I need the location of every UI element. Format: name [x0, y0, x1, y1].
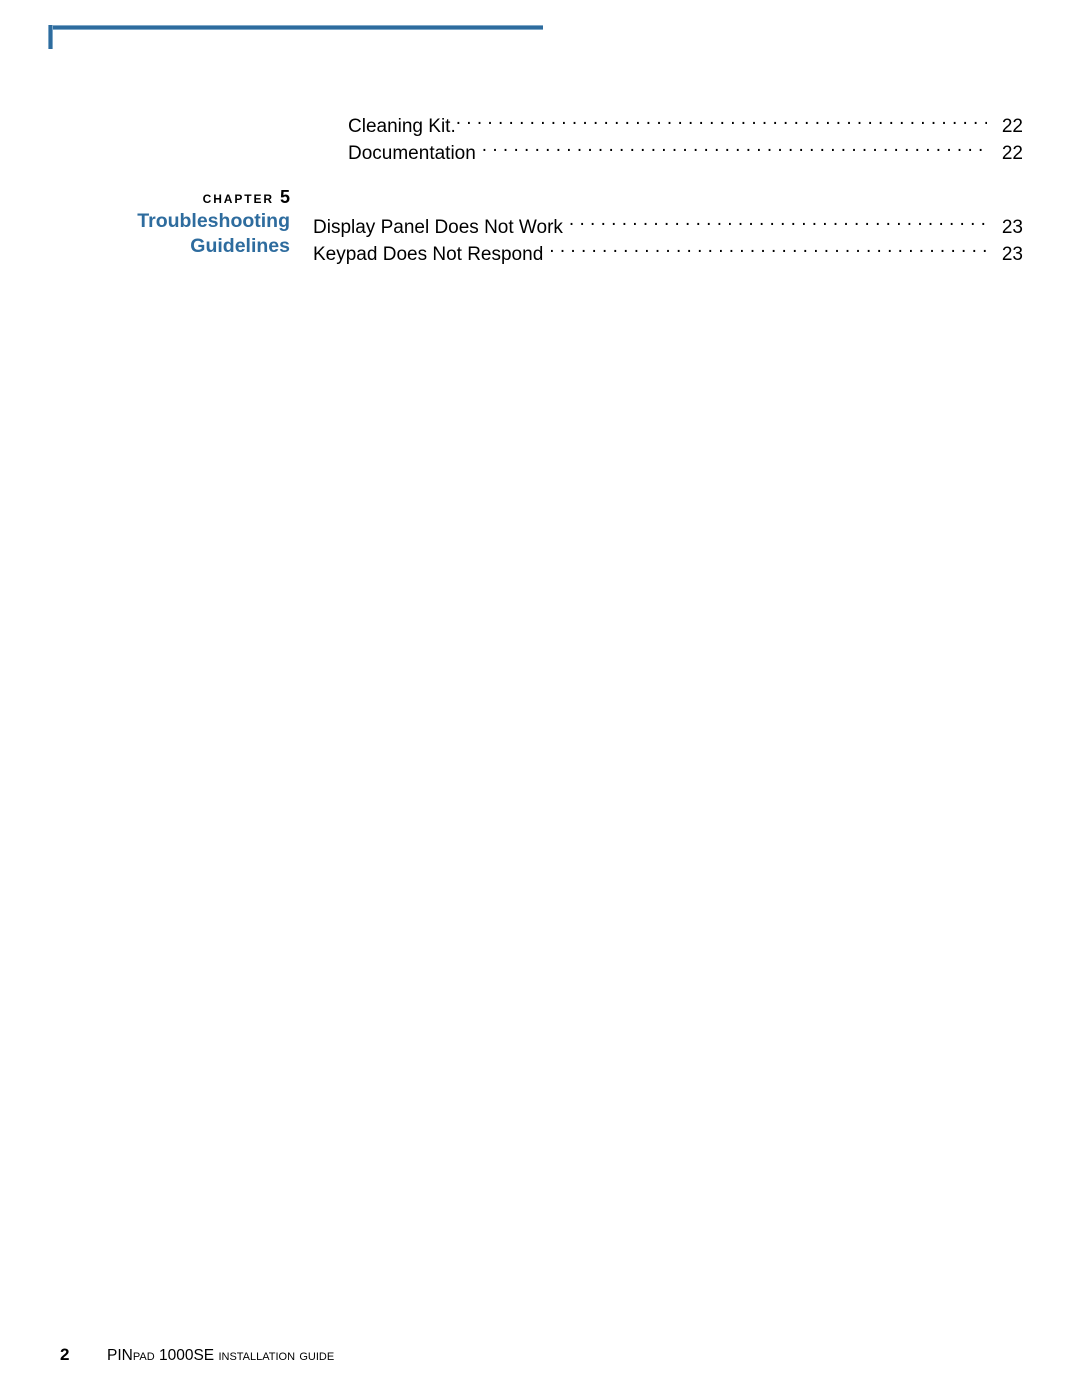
- toc-entry-title: Keypad Does Not Respond: [313, 244, 544, 265]
- toc-dot-leader: [456, 113, 987, 132]
- header-decorative-rule: [48, 25, 543, 49]
- toc-entry[interactable]: Cleaning Kit. 22: [313, 113, 1023, 140]
- toc-entry[interactable]: Keypad Does Not Respond 23: [313, 241, 1023, 268]
- header-rule-horizontal: [48, 25, 543, 30]
- toc-entry-title: Cleaning Kit.: [348, 116, 456, 137]
- footer-title-pad: pad: [132, 1347, 155, 1364]
- toc-group-chapter-5: Display Panel Does Not Work 23 Keypad Do…: [313, 214, 1023, 268]
- toc-dot-leader: [569, 214, 987, 233]
- toc-entry-page-number: 23: [1001, 217, 1023, 238]
- chapter-kicker-label: Chapter: [202, 189, 274, 207]
- toc-dot-leader: [482, 140, 987, 159]
- toc-dot-leader: [549, 241, 987, 260]
- table-of-contents: Cleaning Kit. 22 Documentation 22 Displa…: [313, 113, 1023, 268]
- chapter-title-line-1: Troubleshooting: [137, 210, 290, 232]
- toc-group-previous-chapter: Cleaning Kit. 22 Documentation 22: [313, 113, 1023, 167]
- chapter-title-line-2: Guidelines: [190, 235, 290, 257]
- footer-title-guide: Installation Guide: [218, 1347, 335, 1364]
- toc-entry-page-number: 23: [1001, 244, 1023, 265]
- footer-title-pin: PIN: [107, 1347, 133, 1364]
- toc-entry-title: Display Panel Does Not Work: [313, 217, 563, 238]
- footer-page-number: 2: [60, 1345, 70, 1364]
- toc-entry[interactable]: Documentation 22: [313, 140, 1023, 167]
- footer-document-title: PINpad 1000SE Installation Guide: [107, 1347, 334, 1365]
- chapter-kicker: Chapter 5: [60, 186, 290, 209]
- toc-entry-title: Documentation: [348, 143, 476, 164]
- chapter-number: 5: [279, 187, 290, 207]
- page-footer: 2 PINpad 1000SE Installation Guide: [60, 1345, 334, 1365]
- toc-entry-page-number: 22: [1001, 143, 1023, 164]
- footer-title-model: 1000SE: [154, 1347, 219, 1364]
- chapter-label-block: Chapter 5 Troubleshooting Guidelines: [60, 186, 290, 259]
- toc-entry-page-number: 22: [1001, 116, 1023, 137]
- toc-entry[interactable]: Display Panel Does Not Work 23: [313, 214, 1023, 241]
- header-rule-vertical: [48, 25, 53, 49]
